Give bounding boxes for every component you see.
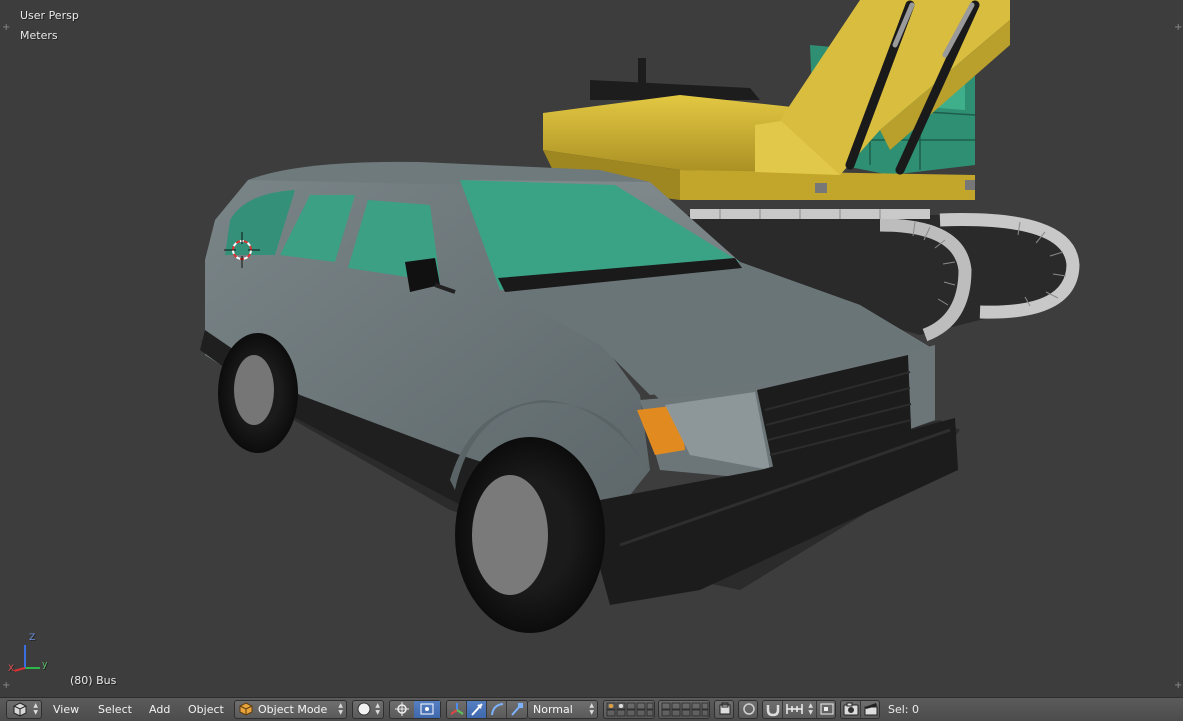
area-split-corner-icon[interactable]: + (2, 681, 10, 691)
scene-layers-icon (661, 702, 709, 717)
scale-manipulator-button[interactable] (507, 701, 527, 718)
render-buttons (840, 700, 880, 719)
mode-dropdown[interactable]: Object Mode ▲ ▼ (234, 700, 347, 719)
area-split-corner-icon[interactable]: + (2, 23, 10, 33)
snap-group: ▲ ▼ (762, 700, 836, 719)
spinner-arrows-icon: ▲ ▼ (338, 702, 343, 716)
lock-scene-layers-button[interactable] (714, 700, 734, 719)
menu-view[interactable]: View (53, 702, 79, 718)
axis-z-label: Z (29, 633, 36, 643)
pivot-point-icon (395, 702, 409, 716)
rotate-manipulator-button[interactable] (487, 701, 507, 718)
snap-target-icon (820, 703, 834, 715)
viewport-shading-dropdown[interactable]: ▲ ▼ (352, 700, 384, 719)
axis-gizmo-icon (13, 645, 40, 672)
opengl-render-animation-button[interactable] (861, 701, 881, 718)
scene-layers-icon (606, 702, 654, 717)
snap-toggle-button[interactable] (763, 701, 783, 718)
3d-viewport[interactable]: User Persp Meters (80) Bus Z y X + + + + (0, 0, 1183, 697)
scene-render (13, 0, 1080, 672)
manipulator-toggle-icon (450, 703, 464, 715)
cube-editor-icon (13, 702, 27, 717)
units-label: Meters (20, 29, 58, 42)
area-split-corner-icon[interactable]: + (1174, 681, 1182, 691)
spinner-arrows-icon: ▲ ▼ (375, 702, 380, 716)
pivot-toggle-active[interactable] (414, 701, 440, 718)
rotate-manipulator-icon (491, 703, 504, 716)
spinner-arrows-icon: ▲ ▼ (33, 702, 38, 716)
snap-increment-icon (786, 704, 803, 714)
camera-render-icon (843, 702, 859, 716)
area-split-corner-icon[interactable]: + (1174, 23, 1182, 33)
orientation-value: Normal (533, 703, 573, 716)
selection-count: Sel: 0 (888, 703, 920, 716)
proportional-edit-icon (743, 703, 755, 715)
layer-buttons-right[interactable] (658, 700, 710, 719)
clapper-render-icon (864, 703, 878, 716)
pivot-point-dropdown[interactable] (389, 700, 441, 719)
axis-y-label: y (42, 660, 48, 670)
orange-cube-icon (239, 702, 253, 716)
snap-element-dropdown[interactable]: ▲ ▼ (783, 701, 817, 718)
scale-manipulator-icon (511, 703, 523, 716)
transform-orientation-dropdown[interactable]: Normal ▲ ▼ (528, 700, 598, 719)
menu-add[interactable]: Add (149, 702, 170, 718)
translate-manipulator-icon (471, 703, 483, 716)
manipulator-group (446, 700, 528, 719)
active-object-label: (80) Bus (70, 674, 117, 687)
manipulate-center-points-icon (420, 703, 434, 715)
mode-value: Object Mode (258, 703, 328, 716)
view-name-label: User Persp (20, 9, 79, 22)
menu-object[interactable]: Object (188, 702, 224, 718)
snap-target-button[interactable] (817, 701, 837, 718)
sphere-shading-icon (357, 702, 371, 716)
opengl-render-image-button[interactable] (841, 701, 861, 718)
axis-x-label: X (8, 664, 15, 674)
viewport-header: ▲ ▼ View Select Add Object Object Mode ▲ ▼… (0, 697, 1183, 721)
menu-select[interactable]: Select (98, 702, 132, 718)
translate-manipulator-button[interactable] (467, 701, 487, 718)
render-layer-icon (719, 702, 731, 715)
spinner-arrows-icon: ▲ ▼ (808, 702, 813, 716)
proportional-editing-button[interactable] (738, 700, 758, 719)
manipulator-toggle-button[interactable] (447, 701, 467, 718)
editor-type-button[interactable]: ▲ ▼ (6, 700, 42, 719)
layer-buttons-left[interactable] (603, 700, 655, 719)
spinner-arrows-icon: ▲ ▼ (589, 702, 594, 716)
magnet-icon (766, 705, 780, 717)
